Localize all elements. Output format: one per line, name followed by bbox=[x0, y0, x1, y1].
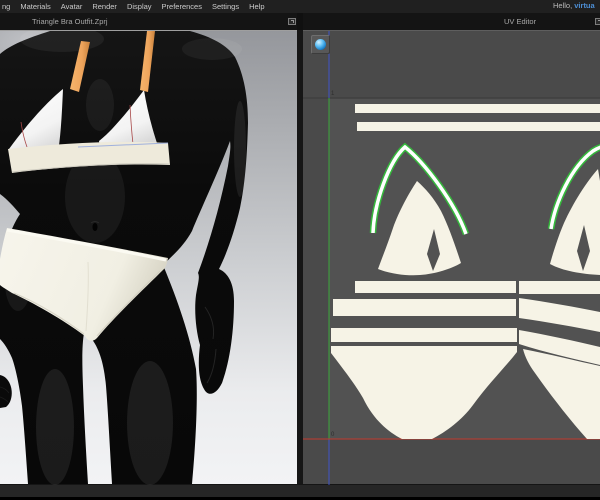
menu-item-display[interactable]: Display bbox=[122, 2, 157, 11]
blue-sphere-icon bbox=[315, 39, 326, 50]
greeting-text: Hello, bbox=[553, 1, 575, 10]
status-bar bbox=[0, 484, 600, 500]
uv-editor-panel[interactable]: 1 0 bbox=[303, 30, 600, 485]
app-window: ng Materials Avatar Render Display Prefe… bbox=[0, 0, 600, 500]
uv-piece-band-strip-3[interactable] bbox=[331, 328, 517, 342]
uv-piece-band-strip-2[interactable] bbox=[333, 299, 516, 316]
uv-canvas[interactable]: 1 0 bbox=[303, 31, 600, 485]
navel bbox=[92, 223, 98, 231]
uv-editor-title: UV Editor bbox=[504, 17, 537, 26]
account-username-link[interactable]: virtua bbox=[574, 1, 594, 10]
avatar-canvas[interactable] bbox=[0, 31, 297, 485]
uv-piece-band-strip-1[interactable] bbox=[355, 281, 516, 293]
title-bar-seam bbox=[297, 13, 303, 30]
menu-item-materials[interactable]: Materials bbox=[15, 2, 55, 11]
menu-item-settings[interactable]: Settings bbox=[207, 2, 244, 11]
menu-item-render[interactable]: Render bbox=[87, 2, 122, 11]
float-window-icon[interactable] bbox=[595, 18, 600, 25]
uv-piece-back-strip-1[interactable] bbox=[519, 281, 600, 294]
viewport-3d[interactable] bbox=[0, 30, 297, 485]
menu-item-avatar[interactable]: Avatar bbox=[56, 2, 88, 11]
axis-label-one: 1 bbox=[331, 91, 335, 97]
menu-item-help[interactable]: Help bbox=[244, 2, 269, 11]
account-greeting[interactable]: Hello, virtua bbox=[553, 1, 600, 10]
avatar-left-hand bbox=[0, 375, 12, 408]
texture-sphere-button[interactable] bbox=[311, 35, 330, 54]
uv-piece-strap-band-2[interactable] bbox=[357, 122, 600, 131]
uv-piece-strap-band-1[interactable] bbox=[355, 104, 600, 113]
panel-title-bars: Triangle Bra Outfit.Zprj UV Editor bbox=[0, 13, 600, 30]
float-window-icon[interactable] bbox=[288, 18, 296, 25]
viewport-title: Triangle Bra Outfit.Zprj bbox=[32, 17, 108, 26]
menu-bar: ng Materials Avatar Render Display Prefe… bbox=[0, 0, 600, 13]
menu-item-partial[interactable]: ng bbox=[0, 2, 15, 11]
menu-item-preferences[interactable]: Preferences bbox=[157, 2, 207, 11]
